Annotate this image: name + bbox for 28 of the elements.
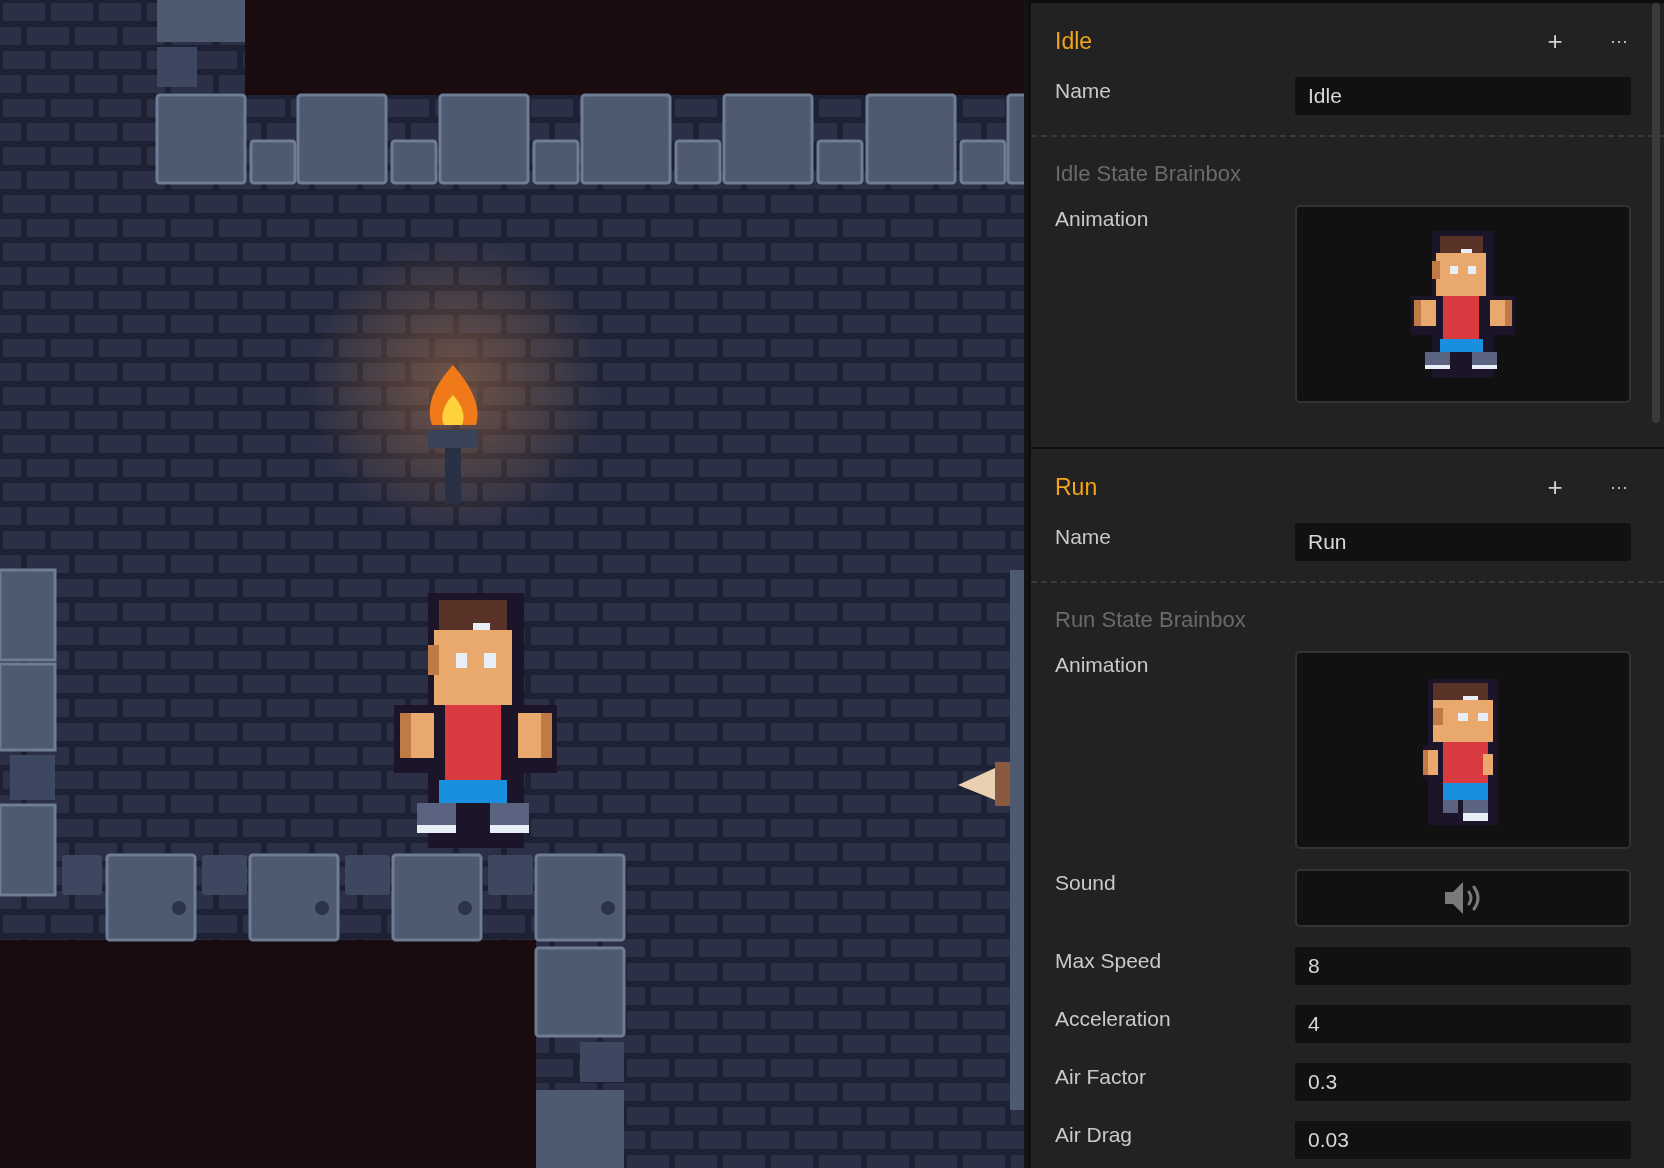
add-button[interactable]: + <box>1543 28 1567 54</box>
add-button[interactable]: + <box>1543 474 1567 500</box>
sound-picker[interactable] <box>1295 869 1631 927</box>
section-title: Idle <box>1055 27 1094 55</box>
field-label: Animation <box>1055 652 1150 677</box>
brainbox-title: Run State Brainbox <box>1055 607 1247 633</box>
more-button[interactable]: ··· <box>1607 478 1631 496</box>
field-label: Air Factor <box>1055 1064 1147 1089</box>
more-button[interactable]: ··· <box>1607 32 1631 50</box>
field-label: Air Drag <box>1055 1122 1134 1147</box>
input-field[interactable]: 4 <box>1295 1005 1631 1043</box>
input-field[interactable]: Run <box>1295 523 1631 561</box>
field-label: Animation <box>1055 206 1150 231</box>
spike-trap-drawing <box>958 762 1010 806</box>
input-field[interactable]: 8 <box>1295 947 1631 985</box>
field-label: Acceleration <box>1055 1006 1172 1031</box>
animation-preview[interactable] <box>1295 651 1631 849</box>
input-field[interactable]: 0.3 <box>1295 1063 1631 1101</box>
input-field[interactable]: 0.03 <box>1295 1121 1631 1159</box>
scrollbar[interactable] <box>1652 3 1660 423</box>
field-label: Name <box>1055 78 1113 103</box>
field-label: Sound <box>1055 870 1117 895</box>
field-label: Max Speed <box>1055 948 1163 973</box>
animation-preview[interactable] <box>1295 205 1631 403</box>
field-label: Name <box>1055 524 1113 549</box>
input-field[interactable]: Idle <box>1295 77 1631 115</box>
brainbox-title: Idle State Brainbox <box>1055 161 1242 187</box>
section-title: Run <box>1055 473 1099 501</box>
